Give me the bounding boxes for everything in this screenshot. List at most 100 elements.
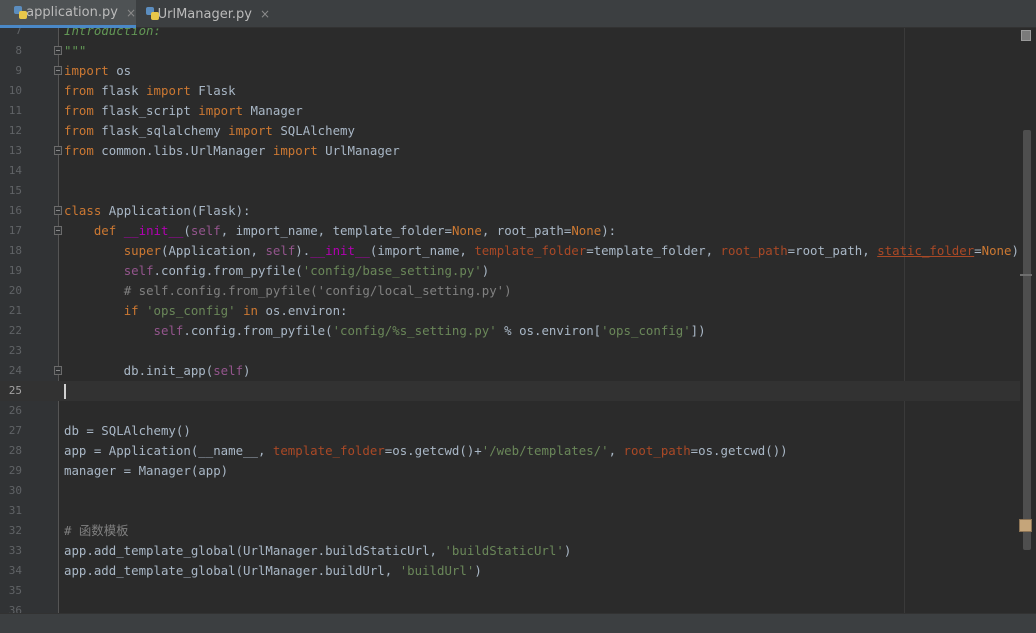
- code-text: super(Application, self).__init__(import…: [64, 241, 1019, 261]
- code-line[interactable]: 22 self.config.from_pyfile('config/%s_se…: [0, 321, 1020, 341]
- code-line[interactable]: 19 self.config.from_pyfile('config/base_…: [0, 261, 1020, 281]
- code-line[interactable]: 35: [0, 581, 1020, 601]
- code-token: class: [64, 203, 102, 218]
- code-token: app.add_template_global(UrlManager.build…: [64, 543, 445, 558]
- code-line[interactable]: 10 from flask import Flask: [0, 81, 1020, 101]
- fold-marker-icon[interactable]: [54, 146, 62, 155]
- code-token: app.add_template_global(UrlManager.build…: [64, 563, 400, 578]
- code-text: app.add_template_global(UrlManager.build…: [64, 561, 482, 581]
- code-line[interactable]: 27 db = SQLAlchemy(): [0, 421, 1020, 441]
- code-line[interactable]: 32 # 函数模板: [0, 521, 1020, 541]
- code-token: =os.getcwd()): [690, 443, 788, 458]
- fold-marker-icon[interactable]: [54, 206, 62, 215]
- code-line[interactable]: 11 from flask_script import Manager: [0, 101, 1020, 121]
- code-token: =template_folder,: [586, 243, 721, 258]
- code-line[interactable]: 25: [0, 381, 1020, 401]
- code-line[interactable]: 34 app.add_template_global(UrlManager.bui…: [0, 561, 1020, 581]
- code-line[interactable]: 24 db.init_app(self): [0, 361, 1020, 381]
- code-token: flask_script: [93, 103, 199, 118]
- line-number: 25: [8, 384, 22, 397]
- code-line[interactable]: 14: [0, 161, 1020, 181]
- line-number: 16: [8, 204, 22, 217]
- code-text: def __init__(self, import_name, template…: [64, 221, 616, 241]
- line-number: 14: [8, 164, 22, 177]
- code-token: 'ops_config': [146, 303, 236, 318]
- warning-stripe-mark[interactable]: [1019, 519, 1032, 532]
- code-line[interactable]: 15: [0, 181, 1020, 201]
- scrollbar-thumb[interactable]: [1023, 130, 1031, 550]
- line-number: 9: [15, 64, 22, 77]
- code-token: self: [190, 223, 221, 238]
- code-text: app = Application(__name__, template_fol…: [64, 441, 788, 461]
- code-token: if: [123, 303, 139, 318]
- tab-urlmanager-py[interactable]: UrlManager.py ×: [138, 0, 270, 28]
- code-line[interactable]: 17 def __init__(self, import_name, templ…: [0, 221, 1020, 241]
- fold-marker-icon[interactable]: [54, 66, 62, 75]
- code-text: import os: [64, 61, 131, 81]
- code-line[interactable]: 13 from common.libs.UrlManager import Url…: [0, 141, 1020, 161]
- inspection-status-icon[interactable]: [1021, 30, 1031, 41]
- code-token: , root_path=: [481, 223, 572, 238]
- code-token: , import_name, template_folder=: [220, 223, 452, 238]
- code-token: self: [265, 243, 296, 258]
- code-token: def: [93, 223, 117, 238]
- code-token: from: [64, 83, 94, 98]
- code-token: db = SQLAlchemy(): [64, 423, 191, 438]
- code-line[interactable]: 18 super(Application, self).__init__(imp…: [0, 241, 1020, 261]
- code-token: from: [64, 123, 94, 138]
- code-token: ): [474, 563, 482, 578]
- code-line[interactable]: 31: [0, 501, 1020, 521]
- code-editor[interactable]: 7 Introduction: 8 """ 9 import os 10 from flask…: [0, 28, 1036, 613]
- code-token: ): [243, 363, 251, 378]
- python-file-icon: [146, 7, 159, 21]
- code-token: 'config/%s_setting.py': [332, 323, 497, 338]
- code-token: # 函数模板: [64, 523, 129, 538]
- tab-application-py[interactable]: application.py ×: [0, 0, 136, 28]
- line-number: 17: [8, 224, 22, 237]
- code-token: None: [451, 223, 482, 238]
- code-line[interactable]: 21 if 'ops_config' in os.environ:: [0, 301, 1020, 321]
- code-token: super: [123, 243, 161, 258]
- code-line[interactable]: 36: [0, 601, 1020, 613]
- code-line[interactable]: 9 import os: [0, 61, 1020, 81]
- code-text: from flask import Flask: [64, 81, 236, 101]
- code-line[interactable]: 23: [0, 341, 1020, 361]
- code-line[interactable]: 12 from flask_sqlalchemy import SQLAlchem…: [0, 121, 1020, 141]
- code-token: in: [243, 303, 258, 318]
- fold-marker-icon[interactable]: [54, 46, 62, 55]
- line-number: 34: [8, 564, 22, 577]
- code-token: 'buildStaticUrl': [444, 543, 564, 558]
- code-token: db.init_app(: [64, 363, 214, 378]
- code-line[interactable]: 7 Introduction:: [0, 28, 1020, 41]
- code-token: __init__: [310, 243, 370, 258]
- line-number: 15: [8, 184, 22, 197]
- code-text: self.config.from_pyfile('config/base_set…: [64, 261, 490, 281]
- code-line[interactable]: 16 class Application(Flask):: [0, 201, 1020, 221]
- error-stripe-mark[interactable]: [1020, 274, 1032, 276]
- code-line[interactable]: 29 manager = Manager(app): [0, 461, 1020, 481]
- code-line[interactable]: 28 app = Application(__name__, template_f…: [0, 441, 1020, 461]
- code-token: ): [1011, 243, 1019, 258]
- code-line[interactable]: 33 app.add_template_global(UrlManager.bui…: [0, 541, 1020, 561]
- code-token: =: [974, 243, 982, 258]
- code-text: from flask_sqlalchemy import SQLAlchemy: [64, 121, 355, 141]
- line-number: 22: [8, 324, 22, 337]
- code-line[interactable]: 20 # self.config.from_pyfile('config/loc…: [0, 281, 1020, 301]
- code-line[interactable]: 26: [0, 401, 1020, 421]
- close-tab-icon[interactable]: ×: [126, 6, 136, 20]
- code-token: ): [481, 263, 490, 278]
- fold-marker-icon[interactable]: [54, 366, 62, 375]
- code-token: Manager: [243, 103, 303, 118]
- code-token: UrlManager: [317, 143, 400, 158]
- code-line[interactable]: 30: [0, 481, 1020, 501]
- fold-marker-icon[interactable]: [54, 226, 62, 235]
- close-tab-icon[interactable]: ×: [260, 7, 270, 21]
- code-token: self: [153, 323, 184, 338]
- line-number: 21: [8, 304, 22, 317]
- code-line[interactable]: 8 """: [0, 41, 1020, 61]
- line-number: 23: [8, 344, 22, 357]
- code-text: from common.libs.UrlManager import UrlMa…: [64, 141, 400, 161]
